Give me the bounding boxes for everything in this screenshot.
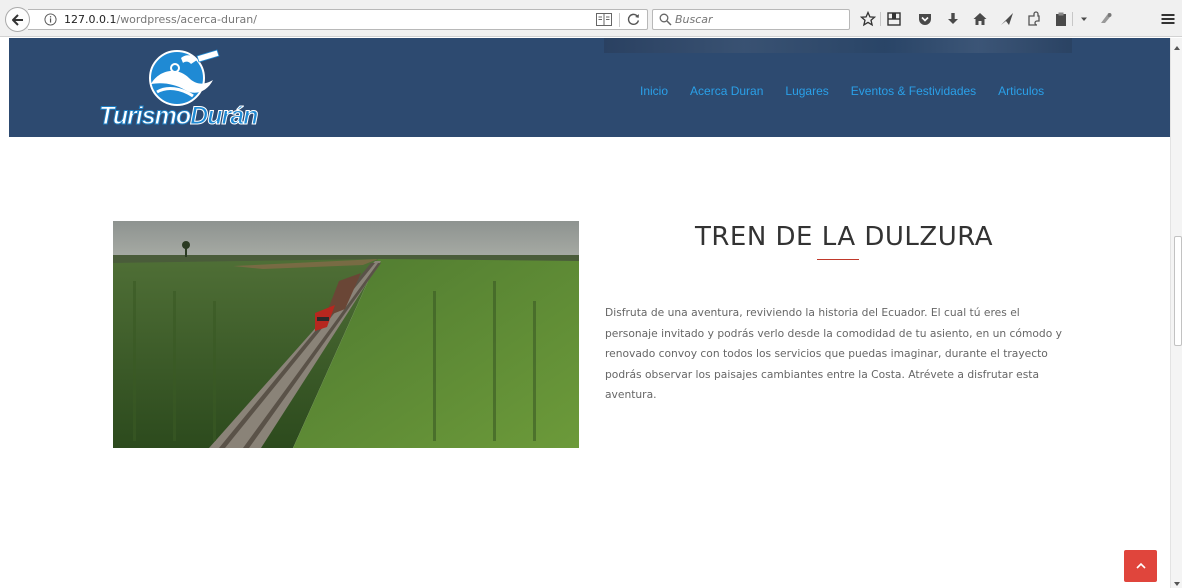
hamburger-menu-icon[interactable] [1158, 9, 1178, 29]
site-logo[interactable]: TurismoDurán [97, 48, 259, 134]
send-arrow-icon[interactable] [997, 9, 1017, 29]
info-icon[interactable] [44, 13, 57, 26]
reload-icon[interactable] [626, 12, 641, 27]
logo-text-duran: Durán [190, 102, 259, 131]
nav-item-eventos-festividades[interactable]: Eventos & Festividades [851, 84, 976, 98]
browser-toolbar: 127.0.0.1/wordpress/acerca-duran/ [0, 0, 1182, 37]
train-photo [113, 221, 579, 448]
toolbar-separator [880, 12, 881, 26]
logo-wordmark: TurismoDurán [98, 102, 259, 131]
url-host: 127.0.0.1 [64, 13, 117, 26]
nav-item-articulos[interactable]: Articulos [998, 84, 1044, 98]
search-icon [659, 13, 672, 26]
nav-item-inicio[interactable]: Inicio [640, 84, 668, 98]
addon-icon[interactable] [1096, 9, 1116, 29]
pocket-icon[interactable] [915, 9, 935, 29]
title-divider [817, 259, 859, 260]
section-description: Disfruta de una aventura, reviviendo la … [605, 306, 1062, 401]
bookmark-star-icon[interactable] [858, 9, 878, 29]
address-bar[interactable]: 127.0.0.1/wordpress/acerca-duran/ [28, 9, 648, 30]
scroll-thumb[interactable] [1174, 236, 1182, 346]
url-path: /wordpress/acerca-duran/ [116, 13, 257, 26]
scroll-down-arrow-icon[interactable] [1174, 582, 1180, 586]
reader-view-icon[interactable] [596, 13, 612, 26]
url-text[interactable]: 127.0.0.1/wordpress/acerca-duran/ [64, 13, 257, 26]
toolbar-separator [1072, 12, 1073, 26]
clipboard-icon[interactable] [1051, 9, 1071, 29]
scroll-up-arrow-icon[interactable] [1174, 46, 1180, 50]
extension-icon[interactable] [1024, 9, 1044, 29]
url-separator [619, 13, 620, 27]
page-scrollbar[interactable] [1170, 38, 1182, 588]
site-header: TurismoDurán Inicio Acerca Duran Lugares… [9, 38, 1170, 137]
dropdown-arrow-icon[interactable] [1074, 9, 1094, 29]
search-input[interactable] [675, 11, 845, 28]
download-icon[interactable] [943, 9, 963, 29]
nav-item-acerca-duran[interactable]: Acerca Duran [690, 84, 763, 98]
logo-emblem-icon [149, 49, 220, 106]
section-title: TREN DE LA DULZURA [694, 222, 994, 252]
home-icon[interactable] [970, 9, 990, 29]
back-arrow-icon [11, 13, 23, 26]
bookmarks-menu-icon[interactable] [884, 9, 904, 29]
back-button[interactable] [5, 7, 30, 32]
chevron-up-icon [1135, 562, 1146, 569]
logo-text-turismo: Turismo [98, 102, 191, 131]
nav-item-lugares[interactable]: Lugares [785, 84, 828, 98]
main-nav: Inicio Acerca Duran Lugares Eventos & Fe… [640, 84, 1066, 98]
header-background-strip [604, 38, 1072, 53]
search-bar[interactable] [652, 9, 850, 30]
back-to-top-button[interactable] [1124, 550, 1157, 582]
